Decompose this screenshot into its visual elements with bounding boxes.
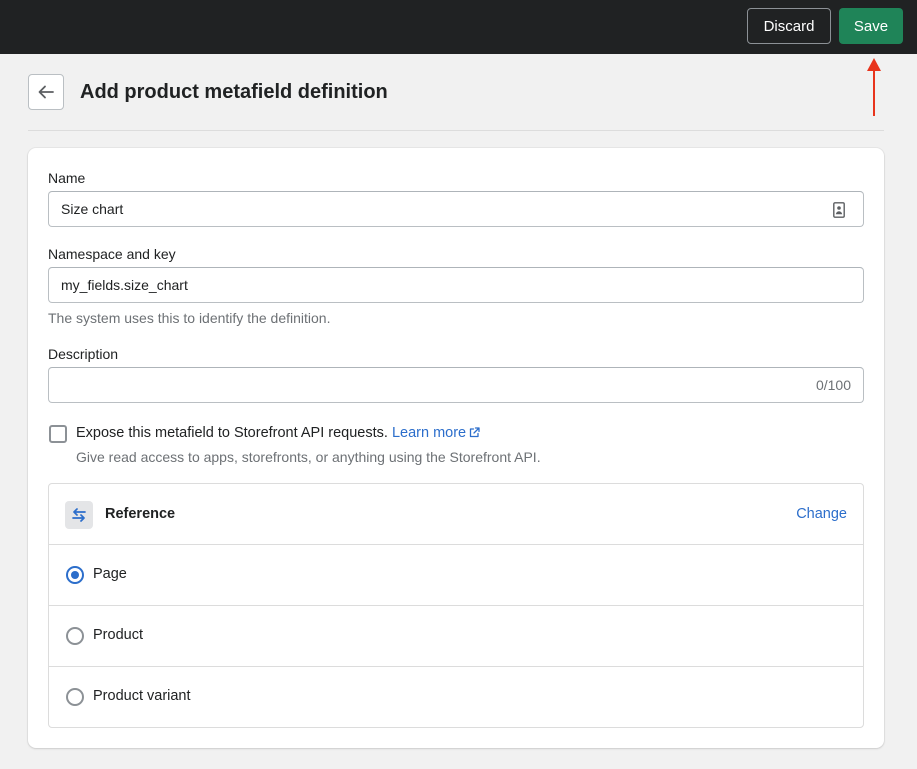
description-field-wrapper: 0/100 (48, 367, 864, 403)
reference-option-page[interactable]: Page (49, 545, 863, 606)
reference-arrows-icon (65, 501, 93, 529)
arrow-left-icon (38, 85, 54, 99)
back-button[interactable] (28, 74, 64, 110)
storefront-access-help: Give read access to apps, storefronts, o… (76, 449, 541, 465)
reference-option-product-variant[interactable]: Product variant (49, 667, 863, 728)
top-action-bar: Discard Save (0, 0, 917, 54)
radio-label-product-variant: Product variant (93, 688, 191, 704)
learn-more-link[interactable]: Learn more (392, 425, 480, 441)
radio-product[interactable] (66, 627, 84, 645)
external-link-icon (469, 427, 480, 438)
reference-header: Reference Change (49, 484, 863, 545)
radio-product-variant[interactable] (66, 688, 84, 706)
header-divider (28, 130, 884, 131)
radio-page[interactable] (66, 566, 84, 584)
change-type-button[interactable]: Change (796, 506, 847, 522)
discard-button[interactable]: Discard (747, 8, 831, 44)
namespace-key-input[interactable] (49, 268, 863, 302)
radio-label-product: Product (93, 627, 143, 643)
save-button[interactable]: Save (839, 8, 903, 44)
description-character-counter: 0/100 (815, 377, 851, 393)
definition-card: Name Namespace and key The system uses t… (28, 148, 884, 748)
name-field-wrapper (48, 191, 864, 227)
learn-more-text: Learn more (391, 425, 467, 441)
storefront-access-checkbox[interactable] (49, 425, 67, 443)
reference-type-panel: Reference Change Page Product Product va… (48, 483, 864, 728)
reference-title: Reference (105, 506, 176, 522)
contact-card-icon[interactable] (833, 202, 845, 218)
name-label: Name (48, 170, 86, 186)
namespace-key-field-wrapper (48, 267, 864, 303)
storefront-access-text: Expose this metafield to Storefront API … (76, 425, 388, 441)
page-title: Add product metafield definition (80, 81, 388, 103)
namespace-key-label: Namespace and key (48, 246, 176, 262)
annotation-arrow-icon (867, 58, 881, 116)
storefront-access-label: Expose this metafield to Storefront API … (76, 424, 480, 442)
reference-option-product[interactable]: Product (49, 606, 863, 667)
namespace-key-help: The system uses this to identify the def… (48, 310, 331, 326)
name-input[interactable] (49, 192, 863, 226)
radio-label-page: Page (93, 566, 127, 582)
description-label: Description (48, 346, 119, 362)
description-input[interactable] (49, 368, 863, 402)
